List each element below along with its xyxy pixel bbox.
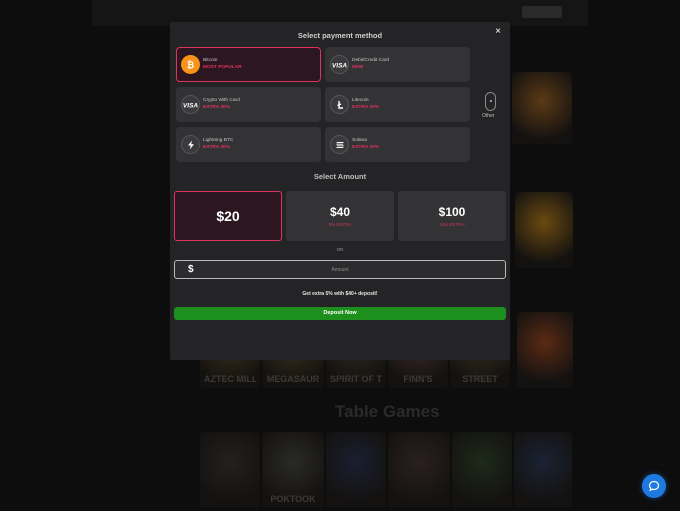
- background-game-tile: [514, 432, 572, 508]
- payment-method-tag: NEW: [352, 65, 364, 70]
- payment-method-bitcoin[interactable]: ₿ Bitcoin MOST POPULAR: [176, 47, 321, 82]
- payment-method-debit-credit-card[interactable]: VISA Debit/Credit Card NEW: [325, 47, 470, 82]
- amount-value: $20: [216, 208, 240, 224]
- payment-method-name: Litecoin: [352, 98, 369, 103]
- background-game-title: POKTOOK: [270, 494, 316, 504]
- other-methods-label: Other: [482, 113, 495, 119]
- payment-method-tag: EXTRA 30%: [203, 145, 231, 150]
- amount-option-100[interactable]: $100 10% EXTRA: [398, 191, 506, 241]
- background-game-tile: [326, 432, 386, 508]
- payment-method-tag: EXTRA 30%: [203, 105, 231, 110]
- chat-bubble-icon: [648, 480, 660, 492]
- background-topbar-button: [522, 6, 562, 18]
- litecoin-icon: [330, 95, 349, 114]
- visa-icon: VISA: [330, 55, 349, 74]
- amount-extra-label: 5% EXTRA: [328, 222, 352, 227]
- amount-extra-label: 10% EXTRA: [439, 222, 465, 227]
- solana-icon: [330, 135, 349, 154]
- payment-method-litecoin[interactable]: Litecoin EXTRA 30%: [325, 87, 470, 122]
- background-game-tile: [452, 432, 512, 508]
- deposit-now-button[interactable]: Deposit Now: [174, 307, 506, 320]
- toggle-dot-icon: [490, 100, 492, 102]
- background-game-title: AZTEC MILLIONS: [204, 374, 256, 384]
- lightning-icon: [181, 135, 200, 154]
- amount-placeholder: Amount: [331, 267, 349, 273]
- section-heading-table-games: Table Games: [335, 402, 440, 421]
- background-game-tile: [515, 312, 516, 313]
- visa-icon: VISA: [181, 95, 200, 114]
- payment-method-solana[interactable]: Solana EXTRA 30%: [325, 127, 470, 162]
- promo-text: Get extra 5% with $40+ deposit!: [302, 291, 378, 297]
- payment-method-tag: EXTRA 30%: [352, 145, 380, 150]
- background-game-tile: [515, 192, 573, 268]
- payment-method-name: Solana: [352, 138, 367, 143]
- background-game-title: FINN'S: [403, 374, 433, 384]
- background-game-tile: [388, 432, 450, 508]
- payment-method-lightning-btc[interactable]: Lightning BTC EXTRA 30%: [176, 127, 321, 162]
- amount-section-title: Select Amount: [313, 172, 367, 181]
- other-methods-toggle[interactable]: [485, 92, 496, 111]
- payment-method-name: Bitcoin: [203, 58, 218, 63]
- payment-method-name: Lightning BTC: [203, 138, 234, 143]
- modal-title: Select payment method: [297, 31, 383, 40]
- background-game-tile: [200, 432, 260, 508]
- payment-method-tag: EXTRA 30%: [352, 105, 380, 110]
- payment-method-crypto-with-card[interactable]: VISA Crypto With Card EXTRA 30%: [176, 87, 321, 122]
- amount-value: $100: [438, 205, 466, 219]
- or-divider: OR: [336, 247, 344, 252]
- svg-text:VISA: VISA: [183, 102, 198, 109]
- svg-text:VISA: VISA: [332, 62, 347, 69]
- background-game-tile: [517, 312, 573, 388]
- background-game-title: SPIRIT OF THE INCA: [330, 374, 382, 384]
- bitcoin-icon: ₿: [181, 55, 200, 74]
- payment-modal: Select payment method × ₿ Bitcoin MOST POP…: [170, 22, 510, 360]
- close-icon: ×: [495, 26, 501, 37]
- payment-method-tag: MOST POPULAR: [203, 65, 242, 70]
- amount-value: $40: [329, 205, 351, 219]
- svg-text:₿: ₿: [187, 60, 194, 70]
- background-game-tile: [512, 72, 572, 144]
- background-game-title: MEGASAUR: [266, 374, 320, 384]
- amount-option-20[interactable]: $20: [174, 191, 282, 241]
- background-game-title: STREET: [462, 374, 498, 384]
- payment-method-name: Debit/Credit Card: [352, 58, 390, 63]
- amount-option-40[interactable]: $40 5% EXTRA: [286, 191, 394, 241]
- chat-button[interactable]: [642, 474, 666, 498]
- background-game-tile: POKTOOK: [262, 432, 324, 508]
- amount-field[interactable]: $ Amount: [174, 260, 506, 279]
- payment-method-name: Crypto With Card: [203, 98, 240, 103]
- close-button[interactable]: ×: [492, 26, 504, 38]
